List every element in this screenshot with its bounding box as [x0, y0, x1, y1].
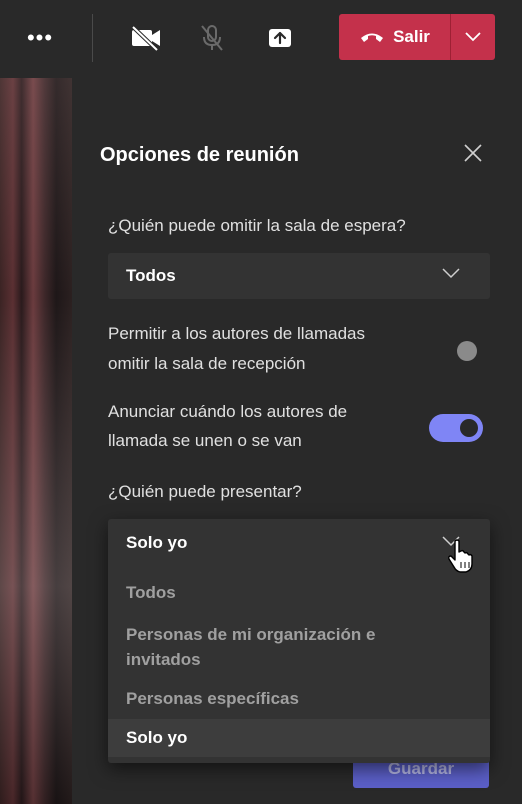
camera-off-icon — [131, 25, 160, 51]
option-label: Personas específicas — [126, 689, 299, 708]
hand-cursor-icon — [448, 539, 473, 573]
more-actions-button[interactable]: ••• — [18, 18, 62, 58]
participant-video — [0, 78, 72, 804]
chevron-down-icon — [442, 268, 460, 279]
option-label: Todos — [126, 583, 176, 602]
toggle-knob — [460, 419, 478, 437]
leave-options-button[interactable] — [451, 14, 495, 60]
lobby-bypass-select[interactable]: Todos — [108, 253, 490, 299]
leave-button-group: Salir — [339, 14, 495, 60]
presenter-dropdown: Solo yo Todos Personas de mi organizació… — [108, 519, 490, 763]
leave-button[interactable]: Salir — [339, 14, 450, 60]
announce-label-line1: Anunciar cuándo los autores de — [108, 402, 348, 421]
meeting-toolbar: ••• Salir — [0, 0, 522, 78]
presenter-value: Solo yo — [126, 533, 188, 552]
lobby-bypass-label: ¿Quién puede omitir la sala de espera? — [108, 216, 406, 235]
panel-title: Opciones de reunión — [100, 144, 299, 166]
presenter-option-especificas[interactable]: Personas específicas — [108, 685, 490, 715]
presenter-option-organizacion[interactable]: Personas de mi organización e invitados — [108, 621, 490, 677]
presenter-label: ¿Quién puede presentar? — [108, 482, 302, 501]
callers-bypass-label-line1: Permitir a los autores de llamadas — [108, 324, 366, 343]
announce-toggle[interactable] — [429, 414, 483, 442]
share-button[interactable] — [258, 18, 302, 58]
leave-label: Salir — [393, 27, 430, 46]
chevron-down-icon — [465, 32, 481, 42]
callers-bypass-toggle[interactable] — [457, 341, 477, 361]
lobby-bypass-value: Todos — [126, 266, 176, 285]
ellipsis-icon: ••• — [26, 25, 54, 50]
toolbar-divider — [92, 14, 93, 62]
mic-off-icon — [201, 25, 223, 51]
meeting-options-panel: Opciones de reunión ¿Quién puede omitir … — [72, 78, 522, 804]
close-icon — [464, 144, 482, 162]
callers-bypass-label-line2: omitir la sala de recepción — [108, 354, 306, 373]
presenter-option-todos[interactable]: Todos — [108, 579, 490, 609]
announce-label-line2: llamada se unen o se van — [108, 431, 302, 450]
share-tray-icon — [269, 29, 291, 47]
camera-toggle-button[interactable] — [124, 18, 168, 58]
hang-up-icon — [361, 33, 384, 42]
presenter-option-solo-yo[interactable]: Solo yo — [108, 719, 490, 757]
option-label-line1: Personas de mi organización e — [126, 625, 376, 644]
presenter-select[interactable]: Solo yo — [108, 519, 490, 569]
mic-toggle-button[interactable] — [190, 18, 234, 58]
option-label-line2: invitados — [126, 650, 201, 669]
option-label: Solo yo — [126, 728, 188, 747]
close-panel-button[interactable] — [458, 138, 488, 168]
